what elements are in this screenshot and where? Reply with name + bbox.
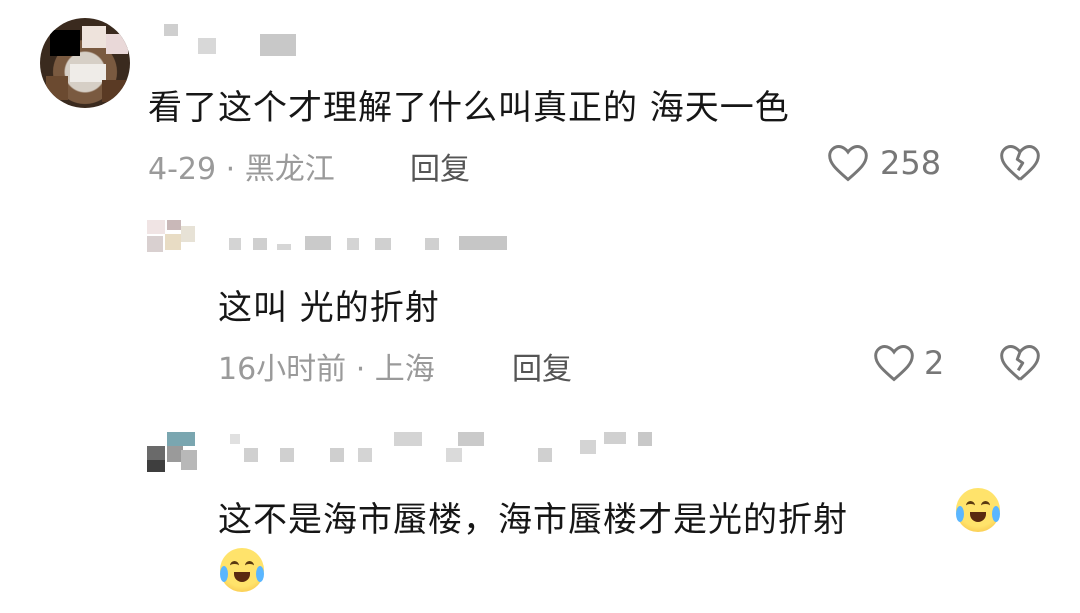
avatar[interactable] xyxy=(147,432,197,472)
avatar[interactable] xyxy=(147,220,197,260)
crying-laughing-emoji xyxy=(956,488,1000,532)
broken-heart-icon[interactable] xyxy=(998,342,1042,388)
reply-button[interactable]: 回复 xyxy=(512,344,572,388)
comment-meta: 4-29 · 黑龙江 xyxy=(148,152,335,187)
like-count: 2 xyxy=(924,344,945,382)
username-blurred[interactable] xyxy=(228,430,658,466)
reply-text: 这不是海市蜃楼，海市蜃楼才是光的折射 xyxy=(218,500,848,540)
crying-laughing-emoji xyxy=(220,548,264,592)
heart-outline-icon[interactable] xyxy=(826,142,870,188)
reply-text: 这叫 光的折射 xyxy=(218,288,440,328)
username-blurred[interactable] xyxy=(160,24,300,58)
comment-text: 看了这个才理解了什么叫真正的 海天一色 xyxy=(148,88,790,128)
reply-button[interactable]: 回复 xyxy=(410,144,470,188)
like-count: 258 xyxy=(880,144,942,182)
heart-outline-icon[interactable] xyxy=(872,342,916,388)
avatar[interactable] xyxy=(40,18,130,108)
broken-heart-icon[interactable] xyxy=(998,142,1042,188)
reply-meta: 16小时前 · 上海 xyxy=(218,352,435,387)
username-blurred[interactable] xyxy=(225,234,515,256)
